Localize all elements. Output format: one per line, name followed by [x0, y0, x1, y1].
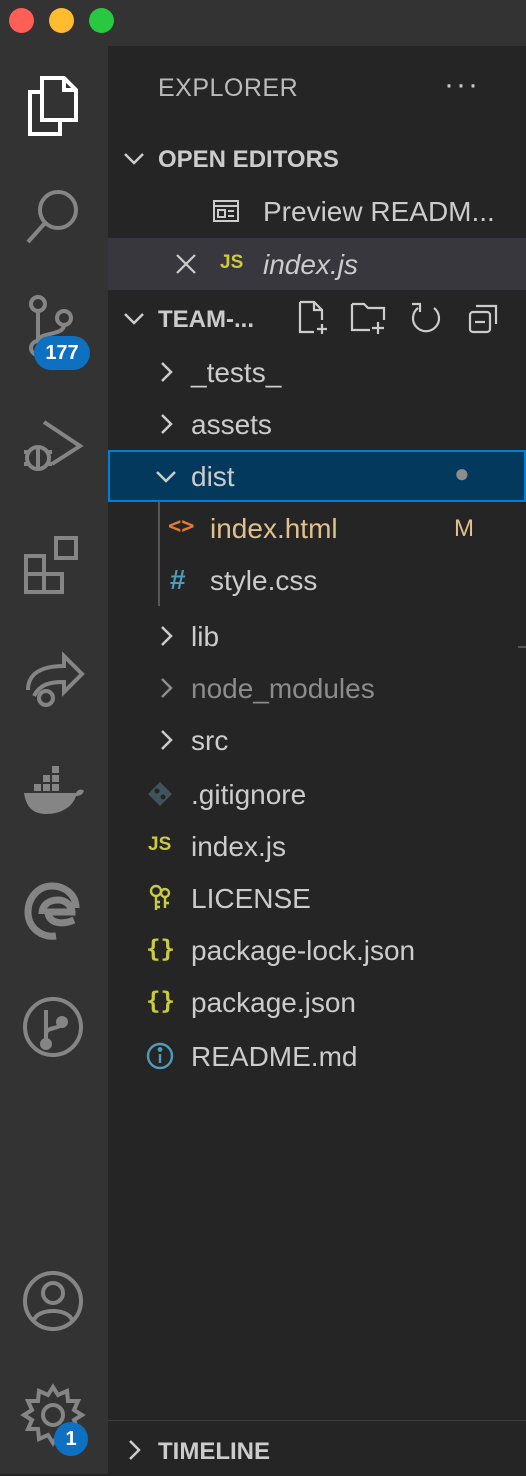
chevron-right-icon	[129, 1440, 141, 1460]
search-icon	[26, 190, 78, 244]
open-editor-label: Preview READM...	[263, 196, 495, 227]
collapse-all-icon[interactable]	[466, 300, 502, 336]
tree-item-label: package.json	[191, 987, 357, 1018]
tree-file-index-js[interactable]: JS index.js	[108, 820, 526, 872]
tree-folder-lib[interactable]: lib	[108, 610, 526, 662]
tree-folder-assets[interactable]: assets	[108, 398, 526, 450]
open-editor-preview-readme[interactable]: Preview READM...	[108, 185, 526, 237]
activity-explorer[interactable]	[0, 56, 108, 156]
tree-file-index-html[interactable]: <> index.html M	[108, 502, 526, 554]
title-bar	[0, 0, 526, 46]
activity-settings[interactable]: 1	[0, 1366, 108, 1466]
explorer-title: EXPLORER	[158, 74, 299, 102]
chevron-right-icon	[161, 362, 173, 382]
activity-account[interactable]	[0, 1252, 108, 1352]
license-key-icon	[149, 884, 171, 910]
refresh-icon[interactable]	[408, 300, 444, 336]
chevron-down-icon	[124, 153, 144, 165]
git-graph-icon	[23, 997, 83, 1057]
chevron-right-icon	[161, 730, 173, 750]
close-icon[interactable]	[172, 250, 200, 278]
css-file-icon: #	[170, 564, 186, 595]
chevron-right-icon	[161, 678, 173, 698]
settings-badge: 1	[54, 1422, 88, 1456]
tree-item-label: LICENSE	[191, 883, 311, 914]
activity-extensions[interactable]	[0, 514, 108, 614]
chevron-down-icon	[156, 471, 176, 483]
new-file-icon[interactable]	[296, 300, 332, 336]
tree-file-package-lock-json[interactable]: {} package-lock.json	[108, 924, 526, 976]
tree-item-label: lib	[191, 621, 220, 652]
tree-file-readme-md[interactable]: README.md	[108, 1030, 526, 1082]
edge-icon	[24, 882, 80, 940]
timeline-label: TIMELINE	[158, 1438, 270, 1465]
js-file-icon: JS	[220, 252, 244, 273]
activity-edge[interactable]	[0, 862, 108, 962]
tree-file-gitignore[interactable]: .gitignore	[108, 768, 526, 820]
account-icon	[23, 1271, 83, 1331]
activity-source-control[interactable]: 177	[0, 278, 108, 378]
workspace-label: TEAM-...	[158, 306, 254, 333]
explorer-icon	[28, 76, 78, 136]
close-window-button[interactable]	[9, 8, 34, 33]
open-editor-index-js[interactable]: JS index.js	[108, 238, 526, 290]
activity-live-share[interactable]	[0, 630, 108, 730]
tree-folder-tests[interactable]: _tests_	[108, 346, 526, 398]
tree-item-label: package-lock.json	[191, 935, 416, 966]
json-file-icon: {}	[146, 935, 175, 963]
scrollbar-marker	[518, 646, 526, 648]
tree-item-label: _tests_	[191, 357, 282, 388]
open-editors-label: OPEN EDITORS	[158, 146, 339, 173]
tree-item-label: index.html	[210, 513, 338, 544]
docker-icon	[24, 766, 84, 814]
more-actions-button[interactable]: ···	[444, 68, 480, 102]
activity-bar: 177 1	[0, 46, 108, 1474]
activity-docker[interactable]	[0, 746, 108, 846]
chevron-down-icon	[124, 313, 144, 325]
js-file-icon: JS	[148, 834, 172, 855]
modified-dot-indicator: ●	[454, 458, 470, 488]
tree-folder-dist[interactable]: dist ●	[108, 450, 526, 502]
activity-run-debug[interactable]	[0, 396, 108, 496]
new-folder-icon[interactable]	[350, 300, 388, 336]
preview-icon	[213, 200, 239, 222]
timeline-divider	[108, 1420, 526, 1421]
tree-item-label: dist	[191, 461, 235, 492]
tree-item-label: style.css	[210, 565, 318, 596]
tree-file-package-json[interactable]: {} package.json	[108, 976, 526, 1028]
extensions-icon	[24, 536, 78, 594]
minimize-window-button[interactable]	[49, 8, 74, 33]
chevron-right-icon	[161, 414, 173, 434]
tree-item-label: node_modules	[191, 673, 375, 704]
tree-item-label: README.md	[191, 1041, 358, 1072]
git-status-badge: M	[454, 515, 474, 542]
timeline-header[interactable]: TIMELINE	[108, 1426, 526, 1476]
html-file-icon: <>	[168, 514, 195, 539]
open-editor-label: index.js	[263, 249, 358, 280]
git-file-icon	[148, 782, 172, 806]
json-file-icon: {}	[146, 987, 175, 1015]
tree-file-style-css[interactable]: # style.css	[108, 554, 526, 606]
workspace-header[interactable]: TEAM-...	[108, 294, 526, 344]
tree-folder-node-modules[interactable]: node_modules	[108, 662, 526, 714]
maximize-window-button[interactable]	[89, 8, 114, 33]
source-control-badge: 177	[34, 336, 90, 370]
tree-folder-src[interactable]: src	[108, 714, 526, 766]
open-editors-header[interactable]: OPEN EDITORS	[108, 134, 526, 184]
tree-item-label: assets	[191, 409, 272, 440]
chevron-right-icon	[161, 626, 173, 646]
run-debug-icon	[24, 420, 84, 471]
live-share-icon	[26, 651, 85, 707]
activity-search[interactable]	[0, 168, 108, 268]
info-icon	[146, 1042, 174, 1070]
tree-item-label: .gitignore	[191, 779, 307, 810]
tree-file-license[interactable]: LICENSE	[108, 872, 526, 924]
tree-item-label: index.js	[191, 831, 286, 862]
tree-item-label: src	[191, 725, 229, 756]
activity-git-graph[interactable]	[0, 978, 108, 1078]
explorer-sidebar: EXPLORER ··· OPEN EDITORS Preview READM.…	[108, 46, 526, 1474]
